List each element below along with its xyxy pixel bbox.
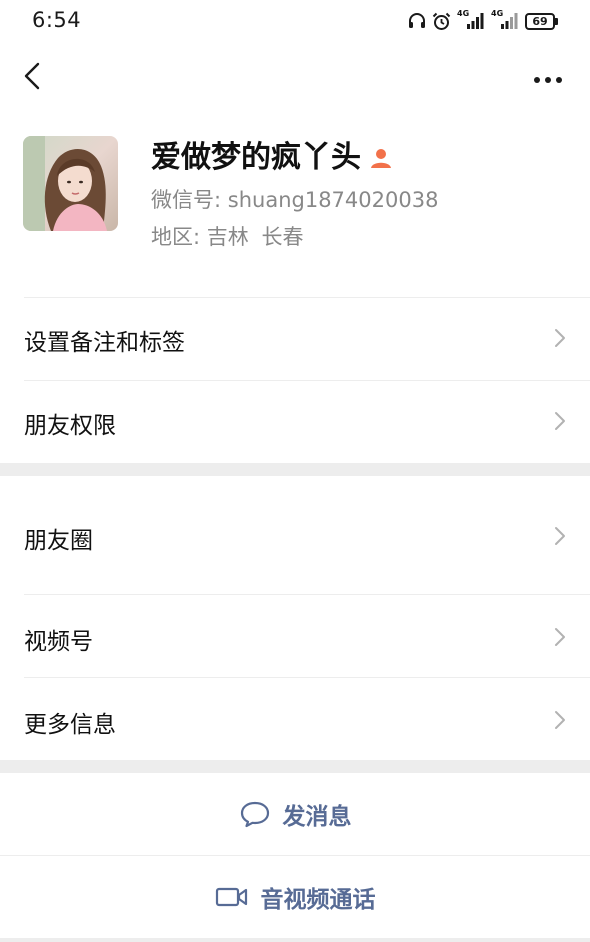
chevron-right-icon	[554, 526, 566, 550]
signal-icon: 4G	[457, 9, 485, 30]
row-label: 朋友圈	[24, 528, 93, 554]
row-channels[interactable]: 视频号	[0, 595, 590, 677]
send-message-button[interactable]: 发消息	[0, 773, 590, 855]
region: 地区: 吉林 长春	[151, 223, 303, 251]
section-gap	[0, 463, 590, 476]
chevron-right-icon	[554, 710, 566, 734]
av-call-button[interactable]: 音视频通话	[0, 856, 590, 938]
status-bar: 6:54 4G 4G 69	[0, 0, 590, 42]
row-label: 视频号	[24, 629, 93, 655]
female-person-icon	[369, 146, 393, 170]
chevron-right-icon	[554, 328, 566, 352]
status-time: 6:54	[32, 8, 82, 32]
status-icons: 4G 4G 69	[408, 9, 558, 32]
signal-icon: 4G	[491, 9, 519, 30]
row-moments[interactable]: 朋友圈	[0, 476, 590, 594]
avatar[interactable]	[23, 136, 118, 231]
bottom-band	[0, 938, 590, 942]
region-label: 地区:	[151, 225, 201, 249]
wechat-id: 微信号: shuang1874020038	[151, 186, 438, 214]
row-friend-permissions[interactable]: 朋友权限	[0, 381, 590, 463]
row-label: 设置备注和标签	[24, 330, 185, 356]
network-type-label: 4G	[457, 9, 470, 18]
more-button[interactable]	[528, 58, 568, 98]
chevron-left-icon	[23, 62, 41, 94]
chat-bubble-icon	[239, 800, 271, 828]
alarm-icon	[432, 12, 451, 31]
send-message-label: 发消息	[282, 804, 352, 830]
region-city: 长春	[261, 225, 304, 249]
av-call-label: 音视频通话	[260, 887, 376, 913]
row-more-info[interactable]: 更多信息	[0, 678, 590, 760]
chevron-right-icon	[554, 411, 566, 435]
contact-name-text: 爱做梦的疯丫头	[151, 140, 361, 175]
row-label: 朋友权限	[24, 413, 116, 439]
row-label: 更多信息	[24, 712, 116, 738]
battery-level: 69	[525, 12, 555, 30]
headphones-icon	[408, 12, 426, 30]
network-type-label: 4G	[491, 9, 504, 18]
region-province: 吉林	[206, 225, 249, 249]
wechat-id-label: 微信号:	[151, 188, 222, 212]
contact-profile-screen: 6:54 4G 4G 69 爱做梦的疯丫头 微信号: shuang1874020…	[0, 0, 590, 942]
row-set-remark-tags[interactable]: 设置备注和标签	[0, 298, 590, 380]
video-camera-icon	[215, 885, 249, 909]
section-gap	[0, 760, 590, 773]
chevron-right-icon	[554, 627, 566, 651]
more-dots-icon	[533, 69, 563, 88]
wechat-id-value: shuang1874020038	[227, 188, 439, 212]
battery-icon: 69	[525, 12, 558, 30]
back-button[interactable]	[14, 58, 50, 98]
contact-name: 爱做梦的疯丫头	[151, 138, 393, 178]
